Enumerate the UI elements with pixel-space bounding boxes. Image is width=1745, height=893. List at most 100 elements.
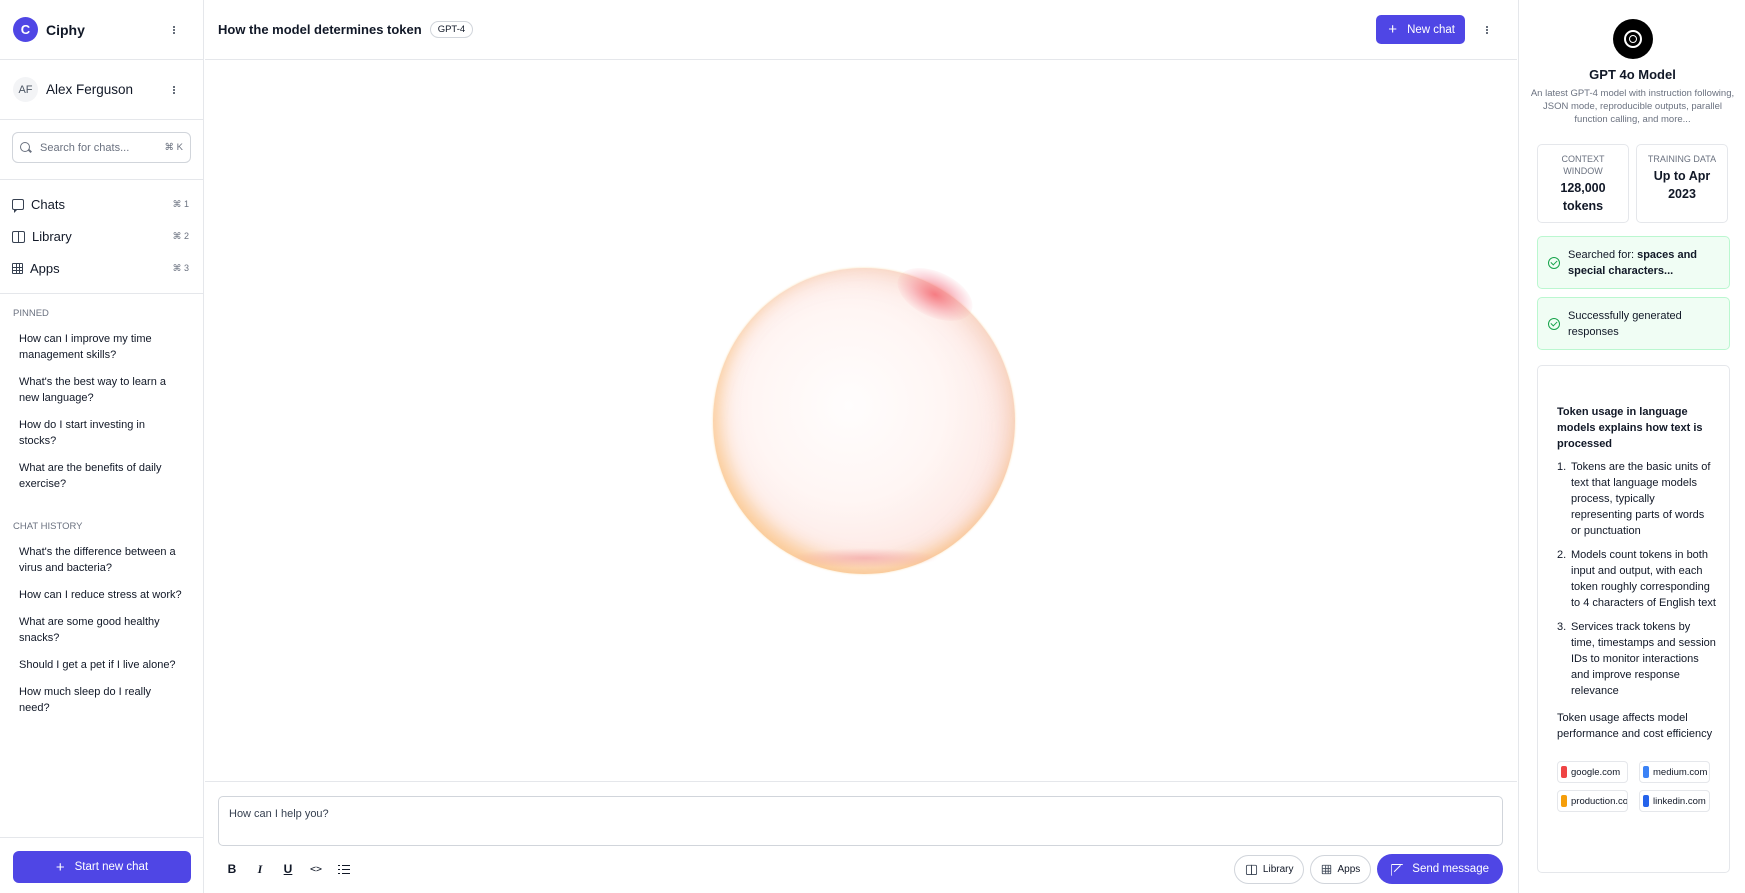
- book-icon: [1245, 864, 1257, 875]
- main-nav: Chats ⌘ 1 Library ⌘ 2 Apps ⌘ 3: [0, 180, 203, 294]
- send-icon: [1391, 863, 1403, 875]
- grid-icon: [1322, 864, 1332, 874]
- source-link-google[interactable]: google.com: [1557, 761, 1628, 783]
- pinned-section: PINNED How can I improve my time managem…: [0, 294, 203, 499]
- brand-menu-icon[interactable]: [171, 25, 177, 34]
- library-label: Library: [1262, 863, 1294, 875]
- list-item: 1. Tokens are the basic units of text tha…: [1557, 461, 1711, 537]
- brand-name: Ciphy: [46, 21, 85, 38]
- user-menu-icon[interactable]: [171, 85, 177, 94]
- stat-label: TRAINING DATA: [1647, 154, 1717, 164]
- list-item: 2. Models count tokens in both input and …: [1557, 549, 1716, 609]
- context-window-stat: CONTEXT WINDOW 128,000 tokens: [1537, 144, 1629, 223]
- generation-status: Successfully generated responses: [1537, 297, 1730, 350]
- favicon-icon: [1643, 795, 1649, 807]
- send-label: Send message: [1412, 863, 1489, 875]
- user-name: Alex Ferguson: [46, 82, 134, 97]
- italic-button[interactable]: I: [246, 855, 274, 883]
- more-options-icon[interactable]: [1484, 25, 1490, 34]
- new-chat-button[interactable]: + New chat: [1376, 15, 1465, 44]
- gradient-orb-image: [713, 267, 1015, 574]
- stat-value: Up to Apr 2023: [1653, 169, 1711, 201]
- chat-header: How the model determines token GPT-4 + N…: [205, 0, 1517, 60]
- list-item: 3. Services track tokens by time, timesta…: [1557, 621, 1716, 697]
- history-chat-item[interactable]: How much sleep do I really need?: [0, 680, 203, 723]
- plus-icon: +: [55, 858, 65, 876]
- source-link-medium[interactable]: medium.com: [1639, 761, 1710, 783]
- history-chat-item[interactable]: Should I get a pet if I live alone?: [0, 653, 203, 680]
- list-icon: [338, 864, 350, 874]
- favicon-icon: [1561, 795, 1567, 807]
- check-circle-icon: [1548, 317, 1560, 330]
- nav-item-apps[interactable]: Apps ⌘ 3: [0, 252, 203, 284]
- nav-shortcut: ⌘ 1: [172, 198, 189, 209]
- composer-toolbar: B I U <> Library Apps Send message: [218, 854, 1503, 884]
- sidebar-footer-divider: [0, 837, 203, 838]
- model-info-panel: GPT 4o Model An latest GPT-4 model with …: [1518, 0, 1745, 893]
- chat-main: How the model determines token GPT-4 + N…: [205, 0, 1517, 893]
- stat-value: 128,000 tokens: [1560, 181, 1606, 213]
- underline-button[interactable]: U: [274, 855, 302, 883]
- nav-label: Library: [32, 228, 72, 244]
- favicon-icon: [1643, 766, 1649, 778]
- app-window: C Ciphy AF Alex Ferguson ⌘ K Chats ⌘ 1: [0, 0, 1745, 893]
- chat-canvas: [205, 60, 1517, 781]
- favicon-icon: [1561, 766, 1567, 778]
- code-button[interactable]: <>: [302, 855, 330, 883]
- search-status-text: Searched for: spaces and special charact…: [1568, 248, 1698, 277]
- model-badge: GPT-4: [429, 21, 474, 38]
- avatar: AF: [13, 77, 38, 102]
- user-profile[interactable]: AF Alex Ferguson: [0, 60, 203, 120]
- search-status: Searched for: spaces and special charact…: [1537, 236, 1730, 289]
- history-chat-item[interactable]: How can I reduce stress at work?: [0, 583, 203, 610]
- plus-icon: +: [1388, 21, 1398, 38]
- brand-header: C Ciphy: [0, 0, 203, 60]
- book-icon: [12, 230, 25, 243]
- start-new-chat-button[interactable]: + Start new chat: [13, 851, 191, 883]
- sources-list: google.com medium.com production.com lin…: [1557, 761, 1717, 812]
- pinned-chat-item[interactable]: How do I start investing in stocks?: [0, 413, 203, 456]
- model-description: An latest GPT-4 model with instruction f…: [1530, 88, 1735, 125]
- brand-logo: C: [13, 17, 38, 42]
- source-link-linkedin[interactable]: linkedin.com: [1639, 790, 1710, 812]
- generation-status-text: Successfully generated responses: [1568, 309, 1682, 338]
- response-summary-card: Token usage in language models explains …: [1537, 365, 1730, 873]
- pinned-title: PINNED: [13, 308, 49, 319]
- apps-label: Apps: [1337, 863, 1361, 875]
- check-circle-icon: [1548, 256, 1560, 269]
- stat-label: CONTEXT WINDOW: [1561, 154, 1605, 176]
- pinned-chat-item[interactable]: What's the best way to learn a new langu…: [0, 370, 203, 413]
- model-logo-icon: [1613, 19, 1653, 59]
- search-box: ⌘ K: [12, 132, 191, 163]
- library-button[interactable]: Library: [1233, 854, 1305, 884]
- list-button[interactable]: [330, 855, 358, 883]
- nav-shortcut: ⌘ 3: [172, 262, 189, 273]
- composer: How can I help you? B I U <> Library App…: [205, 781, 1517, 893]
- nav-label: Apps: [30, 260, 60, 276]
- bold-button[interactable]: B: [218, 855, 246, 883]
- send-message-button[interactable]: Send message: [1377, 854, 1503, 884]
- pinned-chat-item[interactable]: How can I improve my time management ski…: [0, 327, 203, 370]
- page-title: How the model determines token: [218, 22, 422, 37]
- nav-item-library[interactable]: Library ⌘ 2: [0, 220, 203, 252]
- card-title: Token usage in language models explains …: [1557, 406, 1703, 450]
- search-shortcut: ⌘ K: [164, 142, 183, 153]
- toolbar-actions: Library Apps Send message: [1233, 854, 1503, 884]
- start-new-chat-label: Start new chat: [74, 861, 149, 873]
- history-chat-item[interactable]: What's the difference between a virus an…: [0, 540, 203, 583]
- sidebar: C Ciphy AF Alex Ferguson ⌘ K Chats ⌘ 1: [0, 0, 204, 893]
- model-name: GPT 4o Model: [1589, 67, 1676, 82]
- card-footer: Token usage affects model performance an…: [1557, 712, 1713, 740]
- search-input[interactable]: [40, 141, 165, 154]
- nav-label: Chats: [31, 196, 65, 212]
- pinned-chat-item[interactable]: What are the benefits of daily exercise?: [0, 456, 203, 499]
- search-section: ⌘ K: [0, 120, 203, 180]
- nav-item-chats[interactable]: Chats ⌘ 1: [0, 188, 203, 220]
- apps-button[interactable]: Apps: [1310, 854, 1372, 884]
- training-data-stat: TRAINING DATA Up to Apr 2023: [1636, 144, 1728, 223]
- search-icon: [20, 141, 32, 154]
- history-chat-item[interactable]: What are some good healthy snacks?: [0, 610, 203, 653]
- source-link-production[interactable]: production.com: [1557, 790, 1628, 812]
- summary-list: 1. Tokens are the basic units of text tha…: [1557, 459, 1717, 699]
- message-input[interactable]: How can I help you?: [218, 796, 1503, 846]
